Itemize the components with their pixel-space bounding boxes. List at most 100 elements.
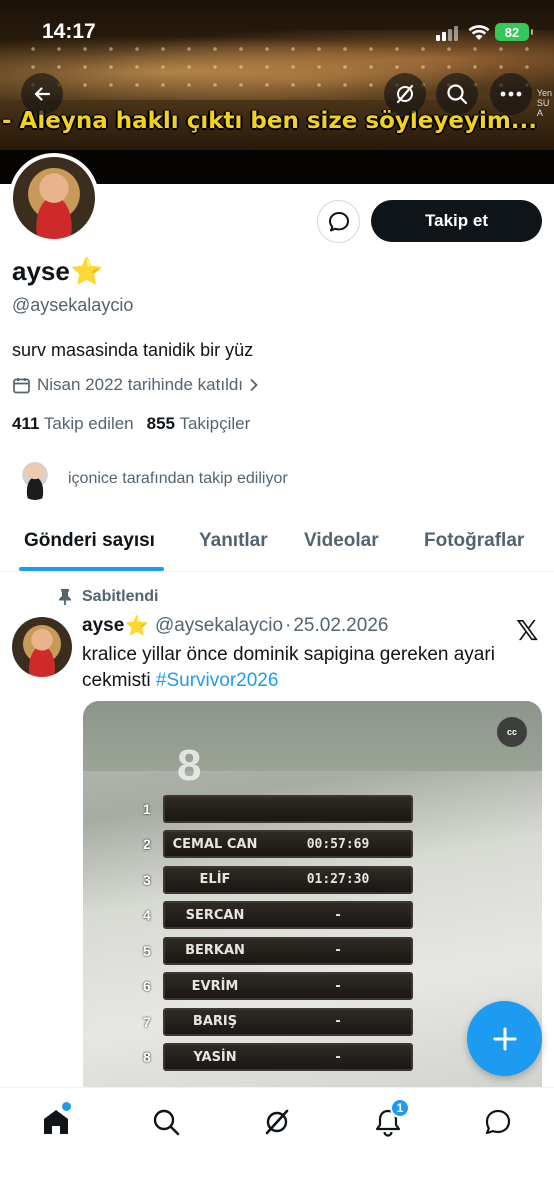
grok-button[interactable] — [384, 73, 426, 115]
message-button[interactable] — [317, 200, 360, 243]
scoreboard-rank: 5 — [143, 942, 151, 959]
scoreboard-plank: YASİN - — [163, 1043, 413, 1072]
tweet-text: kralice yillar önce dominik sapigina ger… — [82, 642, 537, 694]
battery-level: 82 — [504, 24, 520, 40]
contestant-name: YASİN — [193, 1049, 237, 1065]
scoreboard-rank: 1 — [143, 800, 151, 817]
scoreboard-plank: EVRİM - — [163, 972, 413, 1001]
nav-grok[interactable] — [259, 1104, 295, 1140]
wifi-icon — [468, 25, 490, 40]
chevron-right-icon — [250, 379, 258, 391]
scoreboard-row: 6 EVRİM - — [143, 969, 413, 1005]
scoreboard-row: 5 BERKAN - — [143, 933, 413, 969]
banner-caption: - Aleyna haklı çıktı ben size söyleyeyim… — [2, 108, 538, 134]
tweet-separator: · — [285, 615, 292, 636]
closed-captions-icon[interactable]: cc — [497, 717, 527, 747]
home-dot — [62, 1102, 71, 1111]
followers-link[interactable]: 855 Takipçiler — [147, 414, 251, 434]
hashtag-link[interactable]: #Survivor2026 — [156, 670, 279, 691]
contestant-name: BERKAN — [185, 943, 245, 959]
profile-bio: surv masasinda tanidik bir yüz — [12, 340, 254, 360]
contestant-time: - — [334, 1049, 342, 1065]
compose-button[interactable] — [467, 1001, 542, 1076]
contestant-time: - — [334, 943, 342, 959]
status-time: 14:17 — [42, 20, 96, 43]
video-number: 8 — [177, 741, 202, 790]
more-button[interactable] — [490, 73, 532, 115]
tweet-author-name[interactable]: ayse — [82, 615, 124, 637]
nav-messages[interactable] — [480, 1104, 516, 1140]
scoreboard-rank: 3 — [143, 871, 151, 888]
scoreboard-plank: BARIŞ - — [163, 1007, 413, 1036]
signal-icon — [436, 26, 458, 41]
back-arrow-icon — [34, 87, 51, 101]
star-emoji: ⭐ — [70, 256, 104, 286]
contestant-name: BARIŞ — [192, 1014, 238, 1030]
nav-search[interactable] — [148, 1104, 184, 1140]
followed-by-text: içonice tarafından takip ediliyor — [68, 470, 288, 487]
scoreboard-plank: BERKAN - — [163, 936, 413, 965]
tweet-handle: @aysekalaycio — [154, 615, 284, 636]
pinned-label: Sabitlendi — [58, 588, 158, 606]
scoreboard-row: 2 CEMAL CAN 00:57:69 — [143, 827, 413, 863]
scoreboard-rank: 6 — [143, 978, 151, 995]
grok-icon — [265, 1109, 289, 1135]
search-button[interactable] — [436, 73, 478, 115]
tweet-date[interactable]: 25.02.2026 — [293, 615, 388, 637]
scoreboard-plank — [163, 794, 413, 823]
contestant-name: SERCAN — [185, 907, 245, 923]
contestant-time: 00:57:69 — [306, 836, 370, 852]
battery-icon: 82 — [495, 23, 533, 41]
contestant-name: EVRİM — [191, 978, 239, 994]
contestant-time: - — [334, 1014, 342, 1030]
search-icon — [153, 1109, 180, 1136]
tab-posts[interactable]: Gönderi sayısı — [24, 530, 155, 552]
home-icon — [44, 1110, 68, 1134]
tweet-avatar[interactable] — [12, 617, 72, 677]
active-tab-indicator — [19, 567, 164, 571]
profile-name: ayse ⭐ — [12, 256, 103, 287]
nav-notifications[interactable]: 1 — [370, 1098, 410, 1140]
scoreboard-row: 8 YASİN - — [143, 1040, 413, 1076]
follow-counts: 411 Takip edilen 855 Takipçiler — [12, 414, 250, 434]
search-icon — [447, 84, 468, 105]
follower-avatar — [16, 458, 54, 500]
scoreboard-row: 7 BARIŞ - — [143, 1004, 413, 1040]
profile-tabs: Gönderi sayısı Yanıtlar Videolar Fotoğra… — [0, 515, 554, 572]
tab-videos[interactable]: Videolar — [304, 530, 379, 552]
pinned-text: Sabitlendi — [82, 588, 159, 605]
bottom-navigation: 1 — [0, 1087, 554, 1199]
profile-name-text: ayse — [12, 256, 70, 286]
star-emoji: ⭐ — [125, 616, 149, 637]
scoreboard-rank: 8 — [143, 1049, 151, 1066]
scoreboard-rank: 2 — [143, 836, 151, 853]
scoreboard-plank: CEMAL CAN 00:57:69 — [163, 830, 413, 859]
profile-avatar[interactable] — [9, 153, 99, 243]
scoreboard-row: 4 SERCAN - — [143, 898, 413, 934]
contestant-time: - — [334, 978, 342, 994]
followers-count: 855 — [146, 414, 176, 433]
followed-by[interactable]: içonice tarafından takip ediliyor — [16, 458, 288, 500]
contestant-name: ELİF — [199, 872, 231, 888]
back-button[interactable] — [21, 73, 63, 115]
following-label: Takip edilen — [43, 414, 134, 433]
contestant-time: 01:27:30 — [306, 872, 370, 888]
followers-label: Takipçiler — [179, 414, 251, 433]
following-count: 411 — [12, 414, 40, 433]
scoreboard-rank: 4 — [143, 907, 151, 924]
profile-handle: @aysekalaycio — [12, 295, 134, 315]
tab-replies[interactable]: Yanıtlar — [199, 530, 268, 552]
scoreboard-rank: 7 — [143, 1013, 151, 1030]
plus-icon — [493, 1027, 516, 1050]
joined-text: Nisan 2022 tarihinde katıldı — [37, 375, 244, 394]
follow-button[interactable]: Takip et — [371, 200, 542, 242]
tweet-body: kralice yillar önce dominik sapigina ger… — [82, 644, 495, 691]
video-background — [83, 701, 542, 771]
nav-home[interactable] — [38, 1102, 74, 1140]
tab-photos[interactable]: Fotoğraflar — [424, 530, 524, 552]
following-link[interactable]: 411 Takip edilen — [12, 414, 134, 434]
message-icon — [485, 1109, 511, 1135]
message-bubble-icon — [328, 211, 349, 231]
joined-date[interactable]: Nisan 2022 tarihinde katıldı — [12, 375, 259, 395]
tweet-header: ayse ⭐ @aysekalaycio · 25.02.2026 — [82, 614, 388, 638]
